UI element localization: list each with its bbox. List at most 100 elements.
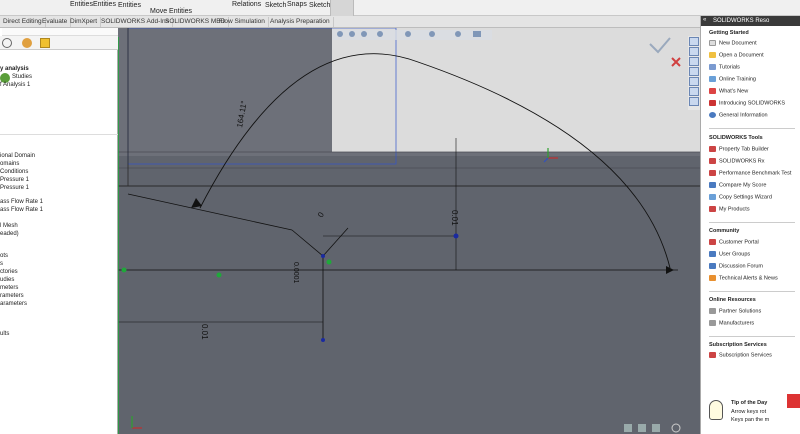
introducing-solidworks-link[interactable]: Introducing SOLIDWORKS — [709, 100, 785, 106]
tree-item[interactable]: ots — [0, 253, 8, 259]
monitor-icon[interactable] — [473, 31, 481, 37]
heads-up-toolbar[interactable] — [332, 30, 492, 40]
whats-new-link[interactable]: What's New — [709, 88, 748, 94]
section-view-icon[interactable] — [377, 31, 383, 37]
move-entities-button[interactable]: Move Entities — [150, 8, 192, 15]
tree-item[interactable]: udies — [0, 277, 14, 283]
sketch-point[interactable] — [453, 233, 459, 239]
technical-alerts-link[interactable]: Technical Alerts & News — [709, 275, 778, 281]
design-library-tab-icon[interactable] — [689, 47, 699, 56]
section-heading: Community — [709, 228, 740, 234]
dimension-label-zero[interactable]: 0 — [316, 210, 326, 219]
previous-view-icon[interactable] — [361, 31, 367, 37]
custom-properties-tab-icon[interactable] — [689, 87, 699, 96]
tree-item[interactable]: Pressure 1 — [0, 177, 29, 183]
ribbon-label-sketch-1[interactable]: Sketch — [265, 2, 286, 9]
ribbon-label-entities-3[interactable]: Entities — [118, 2, 141, 9]
relation-marker[interactable] — [326, 259, 332, 265]
resources-tab-icon[interactable] — [689, 37, 699, 46]
command-manager-tabs: Direct Editing Evaluate DimXpert SOLIDWO… — [0, 16, 700, 28]
my-products-link[interactable]: My Products — [709, 206, 750, 212]
graphics-viewport[interactable]: 164.11° 0 0.01 0.0001 0.01 — [118, 28, 700, 434]
tree-item[interactable]: meters — [0, 285, 18, 291]
sketch-line-angled[interactable] — [322, 227, 349, 257]
task-pane-tabs — [688, 36, 700, 110]
copy-settings-wizard-link[interactable]: Copy Settings Wizard — [709, 194, 772, 200]
subscription-services-link[interactable]: Subscription Services — [709, 352, 772, 358]
manufacturers-link[interactable]: Manufacturers — [709, 320, 754, 326]
relations-button[interactable]: Relations — [232, 1, 261, 8]
flow-analysis-tree-icon[interactable] — [40, 38, 50, 48]
sketch-canvas[interactable]: 164.11° 0 0.01 0.0001 0.01 — [118, 28, 700, 434]
zoom-area-icon[interactable] — [349, 31, 355, 37]
tutorials-link[interactable]: Tutorials — [709, 64, 740, 70]
dimension-label[interactable]: 0.01 — [200, 324, 209, 340]
pane-title: SOLIDWORKS Reso — [701, 16, 800, 26]
section-divider — [709, 128, 795, 129]
crosshair-icon[interactable] — [2, 38, 12, 48]
ribbon-active-button[interactable] — [330, 0, 354, 16]
file-explorer-tab-icon[interactable] — [689, 57, 699, 66]
sketch-point[interactable] — [321, 254, 325, 258]
tree-item[interactable]: Pressure 1 — [0, 185, 29, 191]
display-style-icon[interactable] — [429, 31, 435, 37]
lightbulb-icon — [709, 400, 723, 420]
tree-item[interactable]: omains — [0, 161, 19, 167]
tree-item[interactable]: arameters — [0, 301, 27, 307]
tree-item[interactable]: s — [0, 261, 3, 267]
panel-title-bar — [2, 28, 118, 36]
solidworks-rx-link[interactable]: SOLIDWORKS Rx — [709, 158, 765, 164]
user-groups-link[interactable]: User Groups — [709, 251, 750, 257]
open-document-link[interactable]: Open a Document — [709, 52, 764, 58]
relation-marker[interactable] — [121, 267, 127, 273]
customer-portal-link[interactable]: Customer Portal — [709, 239, 759, 245]
appearance-icon[interactable] — [455, 31, 461, 37]
ribbon-label-entities-2[interactable]: Entities — [93, 1, 116, 8]
snaps-button[interactable]: Snaps — [287, 1, 307, 8]
performance-benchmark-link[interactable]: Performance Benchmark Test — [709, 170, 791, 176]
forum-tab-icon[interactable] — [689, 97, 699, 106]
ribbon-label-entities-1[interactable]: Entities — [70, 1, 93, 8]
dimension-label[interactable]: 0.0001 — [292, 262, 299, 284]
collapse-pane-icon[interactable]: « — [703, 17, 706, 23]
tree-item[interactable]: ass Flow Rate 1 — [0, 199, 43, 205]
online-training-link[interactable]: Online Training — [709, 76, 756, 82]
sketch-line-angled[interactable] — [127, 193, 293, 231]
tree-item[interactable]: rameters — [0, 293, 24, 299]
section-divider — [709, 291, 795, 292]
appearances-tab-icon[interactable] — [689, 77, 699, 86]
help-icon[interactable] — [671, 423, 681, 433]
tab-analysis-preparation[interactable]: Analysis Preparation — [267, 17, 334, 27]
sketch-point[interactable] — [321, 338, 325, 342]
tab-dimxpert[interactable]: DimXpert — [67, 17, 102, 27]
partner-solutions-link[interactable]: Partner Solutions — [709, 308, 761, 314]
view-palette-tab-icon[interactable] — [689, 67, 699, 76]
status-icon[interactable] — [624, 424, 632, 432]
tree-item[interactable]: ctories — [0, 269, 18, 275]
tree-item-studies[interactable]: Studies — [12, 74, 32, 80]
tree-item[interactable]: ional Domain — [0, 153, 35, 159]
general-information-link[interactable]: General Information — [709, 112, 768, 118]
compare-my-score-link[interactable]: Compare My Score — [709, 182, 766, 188]
status-icon[interactable] — [638, 424, 646, 432]
tab-flow-simulation[interactable]: Flow Simulation — [216, 17, 269, 27]
tree-item[interactable]: ults — [0, 331, 9, 337]
zoom-to-fit-icon[interactable] — [337, 31, 343, 37]
tree-item-analysis-1[interactable]: f Analysis 1 — [0, 82, 30, 88]
appearance-icon[interactable] — [22, 38, 32, 48]
tree-item-analysis[interactable]: y analysis — [0, 66, 29, 72]
tree-item[interactable]: ass Flow Rate 1 — [0, 207, 43, 213]
panel-splitter[interactable] — [0, 134, 118, 135]
tree-item[interactable]: Conditions — [0, 169, 28, 175]
status-icon[interactable] — [652, 424, 660, 432]
tree-item[interactable]: eaded) — [0, 231, 19, 237]
new-document-link[interactable]: New Document — [709, 40, 757, 46]
sketch-line-angled[interactable] — [291, 229, 324, 257]
dimension-label[interactable]: 0.01 — [450, 210, 459, 226]
ribbon-label-sketch-2[interactable]: Sketch — [309, 2, 330, 9]
view-orientation-icon[interactable] — [405, 31, 411, 37]
sketch-point[interactable] — [216, 272, 222, 278]
discussion-forum-link[interactable]: Discussion Forum — [709, 263, 763, 269]
tree-item[interactable]: l Mesh — [0, 223, 18, 229]
property-tab-builder-link[interactable]: Property Tab Builder — [709, 146, 769, 152]
